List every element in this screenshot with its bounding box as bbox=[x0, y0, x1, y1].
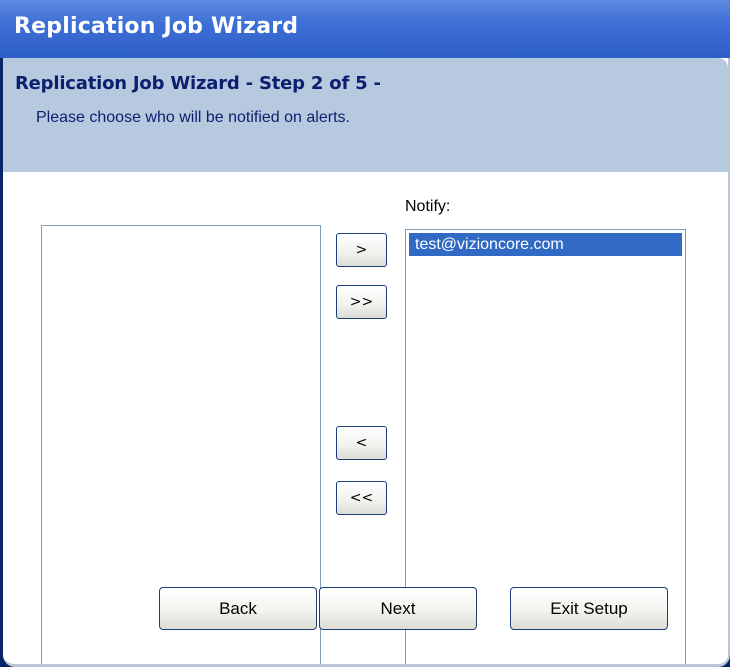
remove-all-button[interactable]: << bbox=[336, 481, 387, 515]
wizard-window: Replication Job Wizard Replication Job W… bbox=[0, 0, 730, 667]
wizard-body: Replication Job Wizard - Step 2 of 5 - P… bbox=[3, 58, 730, 667]
remove-button[interactable]: < bbox=[336, 426, 387, 460]
step-header: Replication Job Wizard - Step 2 of 5 - P… bbox=[3, 58, 728, 172]
add-all-button[interactable]: >> bbox=[336, 285, 387, 319]
step-title: Replication Job Wizard - Step 2 of 5 - bbox=[15, 73, 381, 94]
step-description: Please choose who will be notified on al… bbox=[36, 109, 350, 126]
exit-setup-button[interactable]: Exit Setup bbox=[510, 587, 668, 630]
notify-label: Notify: bbox=[405, 198, 451, 215]
title-bar[interactable]: Replication Job Wizard bbox=[0, 0, 730, 58]
add-button[interactable]: > bbox=[336, 233, 387, 267]
next-button[interactable]: Next bbox=[319, 587, 477, 630]
list-item[interactable]: test@vizioncore.com bbox=[409, 233, 682, 256]
back-button[interactable]: Back bbox=[159, 587, 317, 630]
window-title: Replication Job Wizard bbox=[14, 14, 299, 39]
